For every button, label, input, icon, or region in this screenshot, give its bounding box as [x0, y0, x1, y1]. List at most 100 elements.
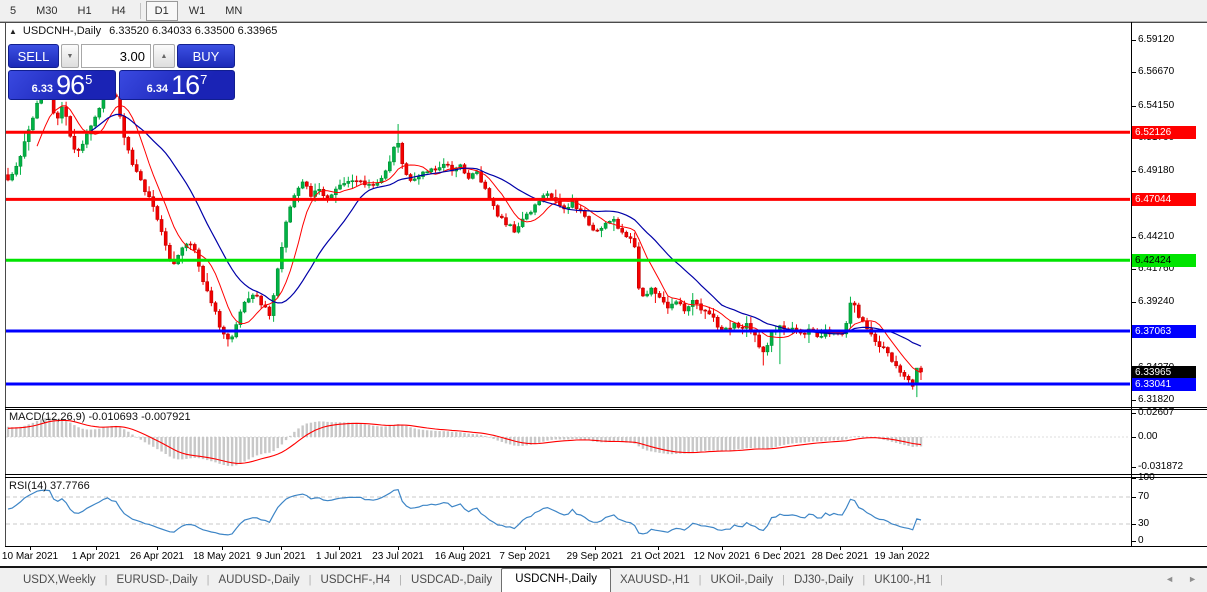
buy-price-big: 16 [171, 73, 199, 97]
timeframe-button-h1[interactable]: H1 [69, 1, 101, 21]
date-tick [840, 547, 841, 550]
date-label: 10 Mar 2021 [2, 551, 58, 562]
tab-scroll-arrows: ◄► [1155, 574, 1207, 592]
tab-scroll-left-icon[interactable]: ◄ [1165, 574, 1174, 584]
macd-rsi-separator[interactable] [5, 474, 1207, 475]
price-axis-label: 6.56670 [1138, 66, 1174, 78]
buy-price-prefix: 6.34 [147, 82, 168, 97]
chart-ohlc-quote: 6.33520 6.34033 6.33500 6.33965 [109, 25, 277, 37]
rsi-axis-label: 100 [1138, 472, 1155, 484]
buy-price-display[interactable]: 6.34167 [119, 70, 235, 100]
timeframe-button-d1[interactable]: D1 [146, 1, 178, 21]
volume-input[interactable] [81, 44, 151, 68]
chart-tab-usdcnh-daily[interactable]: USDCNH-,Daily [501, 568, 611, 592]
price-level-badge: 6.33965 [1132, 366, 1196, 379]
date-tick [281, 547, 282, 550]
price-axis-label: 6.54150 [1138, 100, 1174, 112]
rsi-axis-label: 70 [1138, 491, 1149, 503]
date-label: 7 Sep 2021 [499, 551, 550, 562]
price-level-badge: 6.37063 [1132, 325, 1196, 338]
price-axis-label: 6.44210 [1138, 231, 1174, 243]
price-axis-label: 6.31820 [1138, 394, 1174, 406]
date-tick [780, 547, 781, 550]
macd-axis-label: 0.02607 [1138, 407, 1174, 419]
date-tick [222, 547, 223, 550]
date-label: 28 Dec 2021 [812, 551, 869, 562]
timeframe-button-5[interactable]: 5 [1, 1, 25, 21]
chart-symbol-label: USDCNH-,Daily [23, 25, 101, 37]
price-level-badge: 6.42424 [1132, 254, 1196, 267]
rsi-panel-top-border [5, 477, 1207, 478]
buy-button[interactable]: BUY [177, 44, 235, 68]
chart-tab-dj30-daily[interactable]: DJ30-,Daily [785, 570, 862, 592]
sell-price-display[interactable]: 6.33965 [8, 70, 116, 100]
date-label: 1 Jul 2021 [316, 551, 362, 562]
macd-indicator-label: MACD(12,26,9) -0.010693 -0.007921 [9, 411, 191, 423]
one-click-trade-widget: SELL ▼ ▲ BUY 6.33965 6.34167 [8, 44, 235, 100]
date-label: 6 Dec 2021 [754, 551, 805, 562]
sell-button[interactable]: SELL [8, 44, 59, 68]
date-label: 21 Oct 2021 [631, 551, 685, 562]
date-tick [525, 547, 526, 550]
price-axis-label: 6.49180 [1138, 165, 1174, 177]
timeframe-button-m30[interactable]: M30 [27, 1, 66, 21]
date-tick [902, 547, 903, 550]
date-tick [30, 547, 31, 550]
sell-price-sup: 5 [85, 72, 92, 87]
rsi-axis-label: 30 [1138, 518, 1149, 530]
chart-tab-bar: USDX,Weekly|EURUSD-,Daily|AUDUSD-,Daily|… [0, 566, 1207, 592]
date-tick [398, 547, 399, 550]
date-label: 16 Aug 2021 [435, 551, 491, 562]
rsi-axis-label: 0 [1138, 535, 1144, 547]
date-label: 9 Jun 2021 [256, 551, 306, 562]
date-tick [722, 547, 723, 550]
sell-price-big: 96 [56, 73, 84, 97]
chart-window-left-border [5, 22, 6, 546]
chart-tab-usdchf-h4[interactable]: USDCHF-,H4 [312, 570, 400, 592]
date-tick [157, 547, 158, 550]
chart-window-top-border [0, 22, 1207, 23]
chart-tab-uk100-h1[interactable]: UK100-,H1 [865, 570, 940, 592]
chart-tab-xauusd-h1[interactable]: XAUUSD-,H1 [611, 570, 699, 592]
timeframe-button-w1[interactable]: W1 [180, 1, 215, 21]
date-tick [658, 547, 659, 550]
price-level-badge: 6.47044 [1132, 193, 1196, 206]
date-label: 12 Nov 2021 [694, 551, 751, 562]
date-label: 23 Jul 2021 [372, 551, 424, 562]
chart-tab-ukoil-daily[interactable]: UKOil-,Daily [701, 570, 782, 592]
macd-panel-top-border [5, 409, 1207, 410]
chart-tab-eurusd-daily[interactable]: EURUSD-,Daily [108, 570, 207, 592]
chart-title: ▲ USDCNH-,Daily 6.33520 6.34033 6.33500 6.… [9, 25, 277, 37]
volume-increase-button[interactable]: ▲ [153, 44, 175, 68]
date-label: 29 Sep 2021 [567, 551, 624, 562]
timeframe-toolbar: 5M30H1H4 D1W1MN [0, 0, 1207, 22]
sell-price-prefix: 6.33 [32, 82, 53, 97]
macd-axis-label: 0.00 [1138, 431, 1157, 443]
date-label: 19 Jan 2022 [874, 551, 929, 562]
price-axis-label: 6.59120 [1138, 34, 1174, 46]
date-label: 26 Apr 2021 [130, 551, 184, 562]
chart-tab-usdcad-daily[interactable]: USDCAD-,Daily [402, 570, 501, 592]
rsi-indicator-label: RSI(14) 37.7766 [9, 480, 90, 492]
date-tick [463, 547, 464, 550]
chart-tab-usdx-weekly[interactable]: USDX,Weekly [14, 570, 105, 592]
date-tick [96, 547, 97, 550]
timeframe-button-h4[interactable]: H4 [103, 1, 135, 21]
date-label: 1 Apr 2021 [72, 551, 120, 562]
price-axis-label: 6.39240 [1138, 296, 1174, 308]
date-tick [339, 547, 340, 550]
tab-separator: | [940, 574, 943, 592]
volume-decrease-button[interactable]: ▼ [61, 44, 79, 68]
price-level-badge: 6.52126 [1132, 126, 1196, 139]
toolbar-separator [140, 3, 141, 19]
buy-price-sup: 7 [200, 72, 207, 87]
main-macd-separator[interactable] [5, 407, 1207, 408]
tab-scroll-right-icon[interactable]: ► [1188, 574, 1197, 584]
date-tick [595, 547, 596, 550]
collapse-arrow-icon[interactable]: ▲ [9, 27, 17, 36]
chart-tab-audusd-daily[interactable]: AUDUSD-,Daily [210, 570, 309, 592]
time-axis: 10 Mar 2021 1 Apr 2021 26 Apr 2021 18 May 2… [0, 547, 1207, 567]
price-level-badge: 6.33041 [1132, 378, 1196, 391]
timeframe-button-mn[interactable]: MN [216, 1, 251, 21]
date-label: 18 May 2021 [193, 551, 251, 562]
